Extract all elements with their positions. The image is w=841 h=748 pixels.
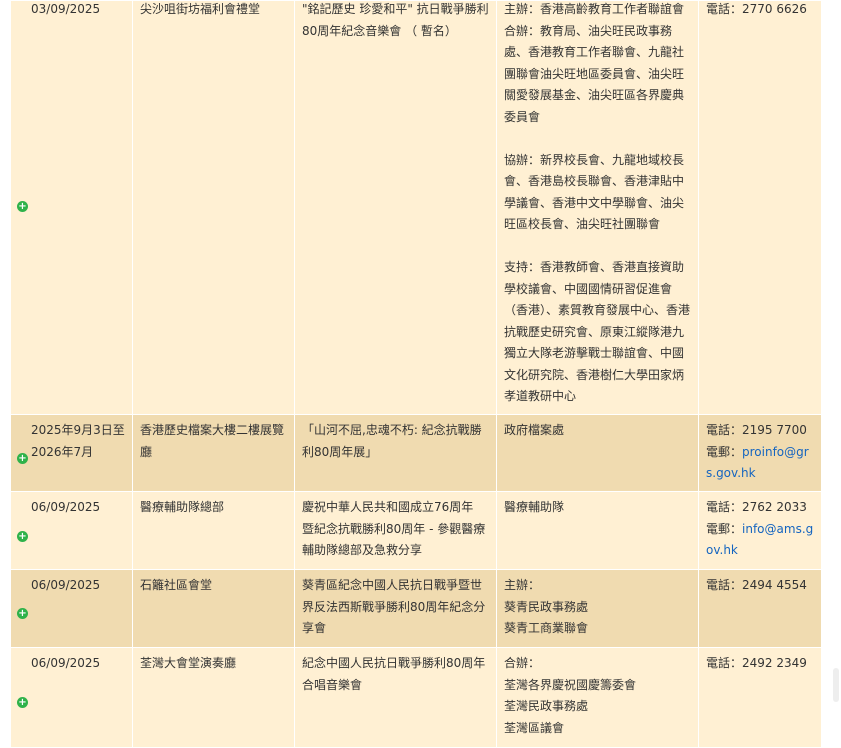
organiser-paragraph: 支持：香港教師會、香港直接資助學校議會、中國國情研習促進會（香港）、素質教育發展… — [504, 260, 691, 403]
date-cell: + 03/09/2025 — [10, 0, 133, 415]
organiser-line: 葵青工商業聯會 — [504, 621, 589, 635]
event-venue: 荃灣大會堂演奏廳 — [140, 656, 237, 670]
event-date: 03/09/2025 — [31, 2, 101, 16]
date-cell: + 06/09/2025 — [10, 647, 133, 748]
expand-button[interactable]: + — [17, 197, 29, 214]
table-row: + 06/09/2025 醫療輔助隊總部 慶祝中華人民共和國成立76周年 暨紀念… — [10, 491, 822, 570]
organiser-line: 主辦： — [504, 578, 541, 592]
plus-circle-icon: + — [17, 608, 28, 619]
organiser-cell: 醫療輔助隊 — [496, 491, 699, 570]
organiser-paragraph: 協辦：新界校長會、九龍地域校長會、香港島校長聯會、香港津貼中學議會、香港中文中學… — [504, 152, 685, 232]
event-name: 「山河不屈,忠魂不朽: 紀念抗戰勝利80周年展」 — [302, 423, 482, 459]
date-cell: + 06/09/2025 — [10, 569, 133, 648]
organiser-paragraph: 主辦：香港高齡教育工作者聯誼會 合辦：教育局、油尖旺民政事務處、香港教育工作者聯… — [504, 2, 685, 124]
plus-circle-icon: + — [17, 697, 28, 708]
email-label: 電郵： — [706, 444, 743, 459]
plus-circle-icon: + — [17, 201, 28, 212]
phone-label: 電話： — [706, 578, 743, 592]
organiser-line: 醫療輔助隊 — [504, 500, 565, 514]
events-table: + 03/09/2025 尖沙咀街坊福利會禮堂 "銘記歷史 珍愛和平" 抗日戰爭… — [10, 0, 822, 748]
organiser-cell: 主辦：香港高齡教育工作者聯誼會 合辦：教育局、油尖旺民政事務處、香港教育工作者聯… — [496, 0, 699, 415]
expand-button[interactable]: + — [17, 525, 29, 547]
organiser-line: 荃灣民政事務處 — [504, 699, 589, 713]
event-date: 06/09/2025 — [31, 578, 101, 592]
organiser-line: 合辦： — [504, 656, 541, 670]
date-cell: + 06/09/2025 — [10, 491, 133, 570]
table-row: + 2025年9月3日至2026年7月 香港歷史檔案大樓二樓展覽廳 「山河不屈,… — [10, 414, 822, 492]
phone-number: 2494 4554 — [742, 578, 807, 592]
event-name: 慶祝中華人民共和國成立76周年 暨紀念抗戰勝利80周年 - 參觀醫療輔助隊總部及… — [302, 500, 486, 557]
contact-cell: 電話：2770 6626 — [698, 0, 822, 415]
plus-circle-icon: + — [17, 453, 28, 464]
date-cell: + 2025年9月3日至2026年7月 — [10, 414, 133, 492]
phone-label: 電話： — [706, 656, 743, 670]
phone-label: 電話： — [706, 2, 743, 16]
expand-button[interactable]: + — [17, 447, 29, 469]
table-row: + 03/09/2025 尖沙咀街坊福利會禮堂 "銘記歷史 珍愛和平" 抗日戰爭… — [10, 0, 822, 415]
phone-number: 2492 2349 — [742, 656, 807, 670]
event-cell: "銘記歷史 珍愛和平" 抗日戰爭勝利80周年紀念音樂會 （ 暫名） — [294, 0, 497, 415]
venue-cell: 尖沙咀街坊福利會禮堂 — [132, 0, 295, 415]
phone-label: 電話： — [706, 423, 743, 437]
event-venue: 石籬社區會堂 — [140, 578, 213, 592]
events-table-container: + 03/09/2025 尖沙咀街坊福利會禮堂 "銘記歷史 珍愛和平" 抗日戰爭… — [10, 0, 822, 748]
organiser-line: 荃灣各界慶祝國慶籌委會 — [504, 677, 637, 692]
event-venue: 香港歷史檔案大樓二樓展覽廳 — [140, 423, 285, 459]
plus-circle-icon: + — [17, 531, 28, 542]
phone-label: 電話： — [706, 500, 743, 514]
contact-cell: 電話：2195 7700 電郵：proinfo@grs.gov.hk — [698, 414, 822, 492]
expand-button[interactable]: + — [17, 691, 29, 713]
venue-cell: 醫療輔助隊總部 — [132, 491, 295, 570]
phone-number: 2770 6626 — [742, 2, 807, 16]
event-name: 葵青區紀念中國人民抗日戰爭暨世界反法西斯戰爭勝利80周年紀念分享會 — [302, 578, 486, 635]
venue-cell: 香港歷史檔案大樓二樓展覽廳 — [132, 414, 295, 492]
event-date: 06/09/2025 — [31, 656, 101, 670]
organiser-cell: 政府檔案處 — [496, 414, 699, 492]
organiser-line: 葵青民政事務處 — [504, 599, 589, 614]
venue-cell: 荃灣大會堂演奏廳 — [132, 647, 295, 748]
event-venue: 尖沙咀街坊福利會禮堂 — [140, 2, 261, 16]
table-row: + 06/09/2025 石籬社區會堂 葵青區紀念中國人民抗日戰爭暨世界反法西斯… — [10, 569, 822, 648]
event-name: 紀念中國人民抗日戰爭勝利80周年合唱音樂會 — [302, 656, 486, 692]
event-venue: 醫療輔助隊總部 — [140, 500, 225, 514]
phone-number: 2762 2033 — [742, 500, 807, 514]
page-margin — [821, 0, 841, 736]
expand-button[interactable]: + — [17, 602, 29, 624]
venue-cell: 石籬社區會堂 — [132, 569, 295, 648]
email-label: 電郵： — [706, 521, 743, 536]
event-name: "銘記歷史 珍愛和平" 抗日戰爭勝利80周年紀念音樂會 （ 暫名） — [302, 2, 489, 38]
contact-cell: 電話：2492 2349 — [698, 647, 822, 748]
event-cell: 紀念中國人民抗日戰爭勝利80周年合唱音樂會 — [294, 647, 497, 748]
event-cell: 葵青區紀念中國人民抗日戰爭暨世界反法西斯戰爭勝利80周年紀念分享會 — [294, 569, 497, 648]
event-date: 06/09/2025 — [31, 500, 101, 514]
scrollbar-thumb[interactable] — [833, 668, 839, 702]
organiser-cell: 主辦： 葵青民政事務處 葵青工商業聯會 — [496, 569, 699, 648]
contact-cell: 電話：2494 4554 — [698, 569, 822, 648]
phone-number: 2195 7700 — [742, 423, 807, 437]
organiser-cell: 合辦： 荃灣各界慶祝國慶籌委會 荃灣民政事務處 荃灣區議會 — [496, 647, 699, 748]
event-date: 2025年9月3日至2026年7月 — [31, 423, 125, 459]
event-cell: 「山河不屈,忠魂不朽: 紀念抗戰勝利80周年展」 — [294, 414, 497, 492]
contact-cell: 電話：2762 2033 電郵：info@ams.gov.hk — [698, 491, 822, 570]
event-cell: 慶祝中華人民共和國成立76周年 暨紀念抗戰勝利80周年 - 參觀醫療輔助隊總部及… — [294, 491, 497, 570]
table-row: + 06/09/2025 荃灣大會堂演奏廳 紀念中國人民抗日戰爭勝利80周年合唱… — [10, 647, 822, 748]
organiser-line: 政府檔案處 — [504, 423, 565, 437]
